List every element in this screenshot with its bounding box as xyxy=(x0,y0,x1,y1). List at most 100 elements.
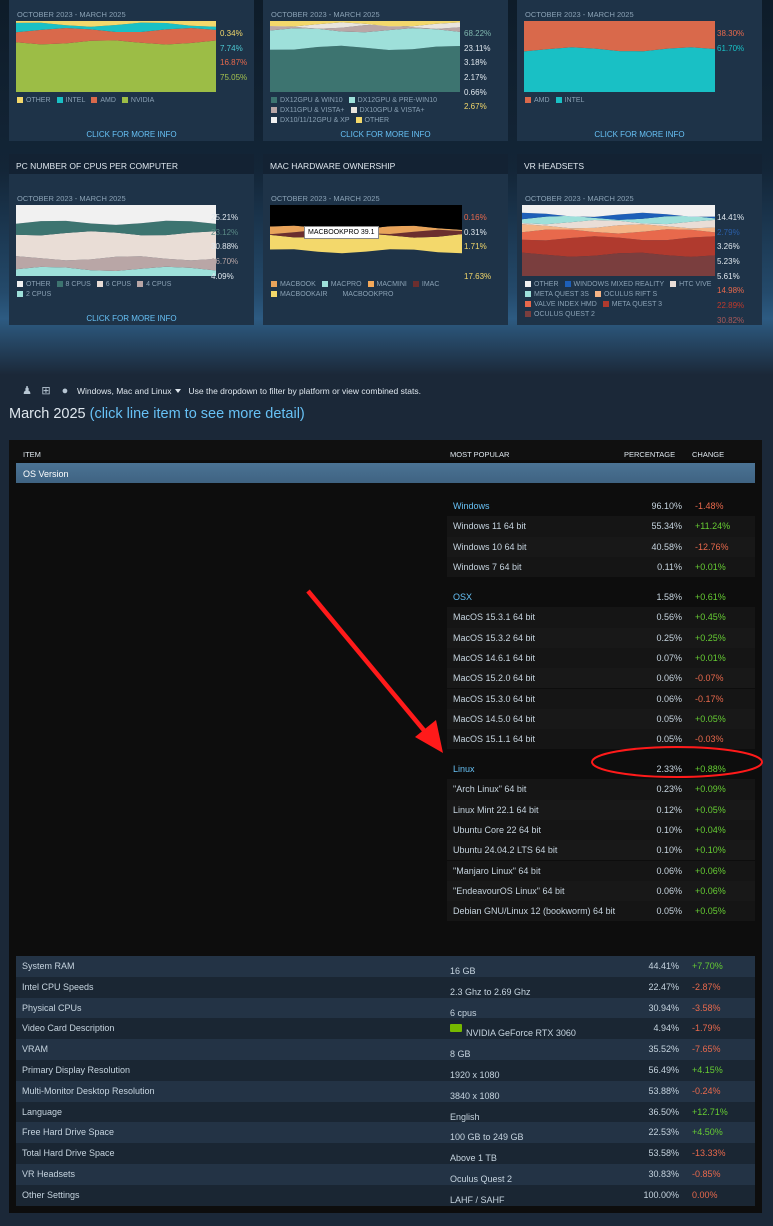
os-version-row[interactable]: MacOS 15.3.2 64 bit 0.25% +0.25% xyxy=(447,627,755,648)
os-version-row[interactable]: "EndeavourOS Linux" 64 bit 0.06% +0.06% xyxy=(447,880,755,902)
legend-item[interactable]: INTEL xyxy=(555,96,584,106)
legend-item[interactable]: META QUEST 3 xyxy=(602,300,662,310)
os-version-row[interactable]: Windows 10 64 bit 40.58% -12.76% xyxy=(447,536,755,557)
os-version-row[interactable]: "Manjaro Linux" 64 bit 0.06% +0.06% xyxy=(447,860,755,881)
stat-card-1[interactable]: OCTOBER 2023 - MARCH 2025 0.34% 7.74% 16.87… xyxy=(9,0,254,141)
legend-item[interactable]: OTHER xyxy=(17,280,51,290)
click-for-more-info-link[interactable]: CLICK FOR MORE INFO xyxy=(263,130,508,139)
legend-item[interactable]: MACBOOK xyxy=(271,280,316,290)
legend-item[interactable]: MACBOOKAIR xyxy=(271,290,327,300)
chart-series-area xyxy=(524,47,715,92)
card-percentage: 4.09% xyxy=(211,271,234,281)
legend-item[interactable]: AMD xyxy=(525,96,550,106)
legend-item[interactable]: DX12GPU & PRE-WIN10 xyxy=(348,96,437,106)
legend-item[interactable]: MACPRO xyxy=(321,280,362,290)
legend-item[interactable]: 4 CPUS xyxy=(137,280,171,290)
stat-row[interactable]: Physical CPUs 6 cpus 30.94% -3.58% xyxy=(16,997,755,1019)
table-header: ITEM MOST POPULAR PERCENTAGE CHANGE xyxy=(9,440,762,460)
legend-item[interactable]: VALVE INDEX HMD xyxy=(525,300,597,310)
legend-item[interactable]: INTEL xyxy=(56,96,85,106)
stat-row[interactable]: Video Card Description NVIDIA GeForce RT… xyxy=(16,1018,755,1040)
apple-icon[interactable]: ● xyxy=(58,384,72,398)
stat-card-2[interactable]: OCTOBER 2023 - MARCH 2025 68.22% 23.11% 3.1… xyxy=(263,0,508,141)
card-daterange: OCTOBER 2023 - MARCH 2025 xyxy=(17,194,126,203)
stat-row[interactable]: VR Headsets Oculus Quest 2 30.83% -0.85% xyxy=(16,1164,755,1185)
legend-item[interactable]: DX12GPU & WIN10 xyxy=(271,96,343,106)
os-version-row[interactable]: MacOS 14.6.1 64 bit 0.07% +0.01% xyxy=(447,647,755,669)
area-chart[interactable] xyxy=(524,21,715,92)
legend-item[interactable]: IMAC xyxy=(412,280,439,290)
legend-item[interactable]: 2 CPUS xyxy=(17,290,51,300)
legend-swatch xyxy=(137,281,144,287)
os-platform-row[interactable]: OSX 1.58% +0.61% xyxy=(447,587,755,607)
legend-item[interactable]: 8 CPUS xyxy=(56,280,91,290)
legend-item[interactable]: AMD xyxy=(91,96,116,106)
click-for-more-info-link[interactable]: CLICK FOR MORE INFO xyxy=(517,130,762,139)
os-percentage: 0.06% xyxy=(656,885,682,896)
stat-card-5[interactable]: MAC HARDWARE OWNERSHIP OCTOBER 2023 - MAR… xyxy=(263,154,508,325)
legend-item[interactable]: OCULUS RIFT S xyxy=(594,290,657,300)
card-legend: DX12GPU & WIN10 DX12GPU & PRE-WIN10 DX11GP… xyxy=(271,96,466,126)
legend-item[interactable]: 6 CPUS xyxy=(96,280,131,290)
stat-row[interactable]: Free Hard Drive Space 100 GB to 249 GB 2… xyxy=(16,1122,755,1144)
stat-row[interactable]: Language English 36.50% +12.71% xyxy=(16,1101,755,1123)
os-platform-row[interactable]: Windows 96.10% -1.48% xyxy=(447,496,755,516)
legend-item[interactable]: OTHER xyxy=(17,96,51,106)
area-chart[interactable] xyxy=(270,21,460,92)
os-platform-row[interactable]: Linux 2.33% +0.88% xyxy=(447,759,755,779)
os-version-row[interactable]: MacOS 14.5.0 64 bit 0.05% +0.05% xyxy=(447,708,755,730)
legend-item[interactable]: OTHER xyxy=(525,280,559,290)
stat-row[interactable]: Intel CPU Speeds 2.3 Ghz to 2.69 Ghz 22.… xyxy=(16,976,755,998)
os-version-row[interactable]: MacOS 15.3.1 64 bit 0.56% +0.45% xyxy=(447,607,755,628)
os-version-row[interactable]: "Arch Linux" 64 bit 0.23% +0.09% xyxy=(447,779,755,800)
stat-row[interactable]: VRAM 8 GB 35.52% -7.65% xyxy=(16,1039,755,1060)
legend-item[interactable]: NVIDIA xyxy=(121,96,154,106)
stat-row[interactable]: Total Hard Drive Space Above 1 TB 53.58%… xyxy=(16,1143,755,1164)
card-legend: AMD INTEL xyxy=(525,96,720,106)
stat-row[interactable]: Multi-Monitor Desktop Resolution 3840 x … xyxy=(16,1080,755,1102)
legend-item[interactable]: DX11GPU & VISTA+ xyxy=(271,106,345,116)
stat-row[interactable]: Primary Display Resolution 1920 x 1080 5… xyxy=(16,1060,755,1081)
stat-card-6[interactable]: VR HEADSETS OCTOBER 2023 - MARCH 2025 14.4… xyxy=(517,154,762,325)
area-chart[interactable] xyxy=(16,21,216,92)
os-name: Windows 10 64 bit xyxy=(453,541,527,552)
os-version-row[interactable]: Ubuntu Core 22 64 bit 0.10% +0.04% xyxy=(447,819,755,841)
click-for-more-info-link[interactable]: CLICK FOR MORE INFO xyxy=(9,130,254,139)
legend-swatch xyxy=(355,117,362,123)
legend-swatch xyxy=(17,97,23,103)
linux-tux-icon[interactable]: ♟ xyxy=(20,384,34,398)
legend-item[interactable]: OTHER xyxy=(355,116,389,126)
stat-row[interactable]: System RAM 16 GB 44.41% +7.70% xyxy=(16,956,755,977)
os-version-row[interactable]: Debian GNU/Linux 12 (bookworm) 64 bit 0.… xyxy=(447,901,755,922)
legend-label: OTHER xyxy=(534,281,559,288)
legend-label: AMD xyxy=(534,97,550,104)
click-for-more-info-link[interactable]: CLICK FOR MORE INFO xyxy=(9,314,254,323)
stat-card-3[interactable]: OCTOBER 2023 - MARCH 2025 38.30% 61.70% AMD… xyxy=(517,0,762,141)
platform-dropdown[interactable]: Windows, Mac and Linux xyxy=(77,386,181,396)
legend-item[interactable]: OCULUS QUEST 2 xyxy=(525,310,595,320)
area-chart[interactable] xyxy=(522,205,715,276)
os-version-row[interactable]: Linux Mint 22.1 64 bit 0.12% +0.05% xyxy=(447,799,755,820)
legend-item[interactable]: META QUEST 3S xyxy=(525,290,589,300)
legend-item[interactable]: MACMINI xyxy=(367,280,407,290)
stat-row[interactable]: Other Settings LAHF / SAHF 100.00% 0.00% xyxy=(16,1184,755,1206)
legend-item[interactable]: WINDOWS MIXED REALITY xyxy=(564,280,664,290)
os-version-section-header[interactable]: OS Version xyxy=(16,463,755,483)
os-version-row[interactable]: Ubuntu 24.04.2 LTS 64 bit 0.10% +0.10% xyxy=(447,840,755,861)
legend-item[interactable]: DX10GPU & VISTA+ xyxy=(350,106,425,116)
legend-item[interactable]: MACBOOKPRO xyxy=(333,290,393,300)
os-change: +0.04% xyxy=(695,824,726,835)
stat-card-4[interactable]: PC NUMBER OF CPUS PER COMPUTER OCTOBER 20… xyxy=(9,154,254,325)
platform-dropdown-label: Windows, Mac and Linux xyxy=(77,386,172,396)
stat-percentage: 56.49% xyxy=(648,1065,679,1075)
os-version-row[interactable]: MacOS 15.2.0 64 bit 0.06% -0.07% xyxy=(447,668,755,689)
legend-item[interactable]: HTC VIVE xyxy=(670,280,711,290)
area-chart[interactable] xyxy=(16,205,216,276)
os-version-row[interactable]: MacOS 15.1.1 64 bit 0.05% -0.03% xyxy=(447,729,755,750)
legend-item[interactable]: DX10/11/12GPU & XP xyxy=(271,116,350,126)
windows-icon[interactable]: ⊞ xyxy=(39,384,53,398)
os-version-row[interactable]: Windows 7 64 bit 0.11% +0.01% xyxy=(447,556,755,578)
area-chart[interactable] xyxy=(270,205,462,276)
os-version-row[interactable]: MacOS 15.3.0 64 bit 0.06% -0.17% xyxy=(447,688,755,709)
os-version-row[interactable]: Windows 11 64 bit 55.34% +11.24% xyxy=(447,516,755,537)
